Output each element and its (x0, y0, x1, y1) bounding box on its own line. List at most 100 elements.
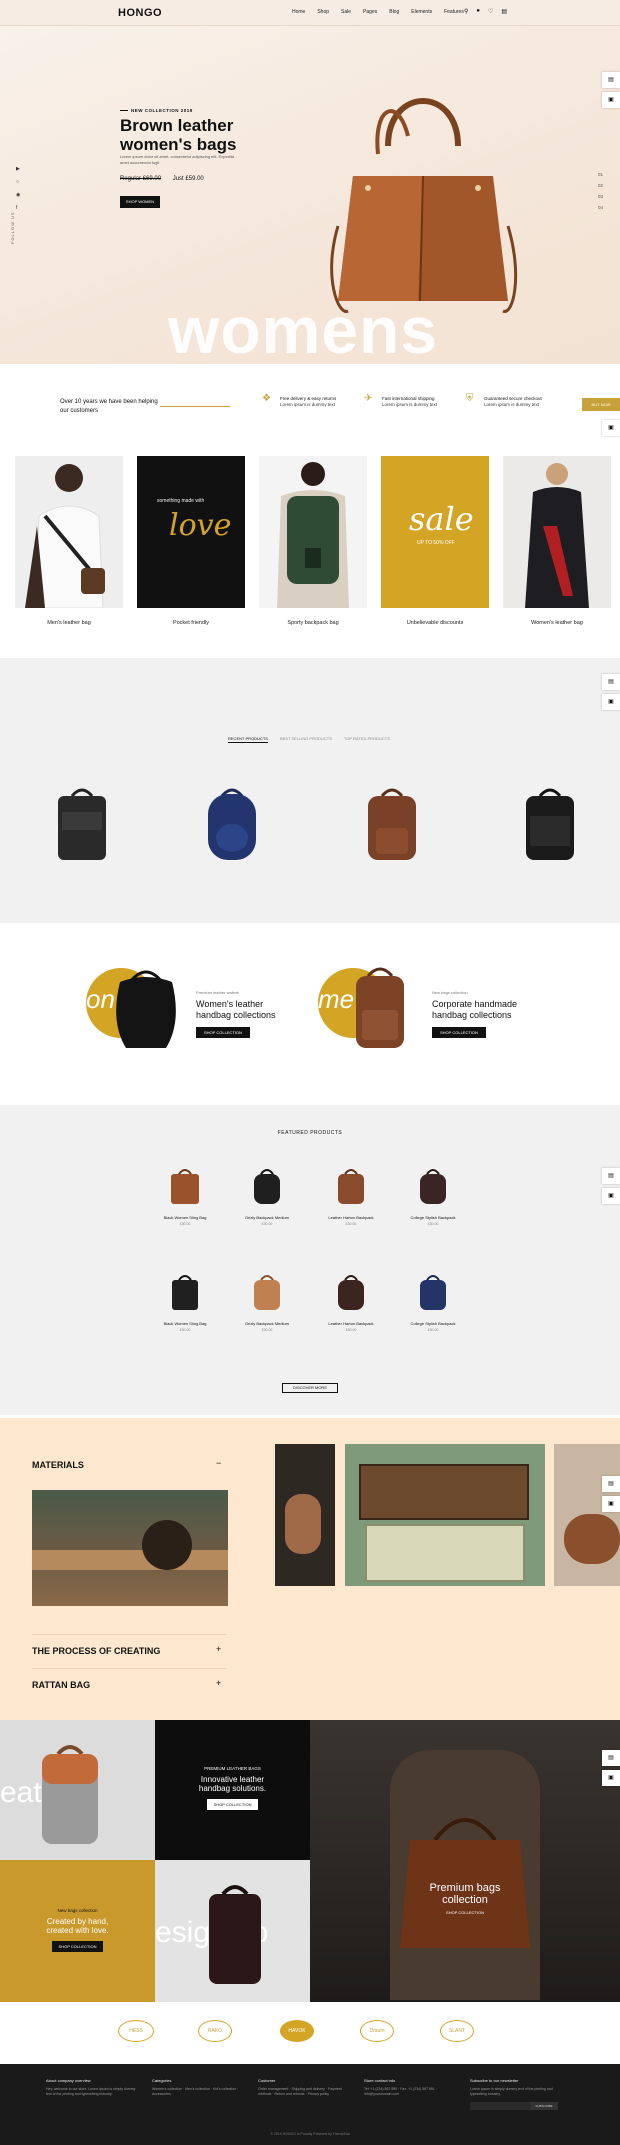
category-label[interactable]: Sporty backpack bag (259, 620, 367, 626)
feature-shipping: ✈ Fast international shipping Lorem ipsu… (364, 394, 437, 408)
banner-shop-link[interactable]: SHOP COLLECTION (410, 1910, 520, 1915)
banner-innovative: PREMIUM LEATHER BAGS Innovative leather … (155, 1720, 310, 1860)
tab-top-rated[interactable]: TOP RATED PRODUCTS (344, 736, 390, 743)
facebook-icon[interactable]: f (16, 205, 20, 211)
side-cart-button[interactable]: ▤ (602, 72, 620, 88)
promo-shop-button[interactable]: SHOP COLLECTION (432, 1027, 486, 1038)
featured-product[interactable]: Leather Harton Backpack £30.00 (311, 1166, 391, 1226)
gallery-image-3[interactable] (554, 1444, 620, 1586)
featured-product[interactable]: Black Women Sling Bag £30.00 (145, 1166, 225, 1226)
shop-women-button[interactable]: SHOP WOMEN (120, 196, 160, 208)
footer-col-text[interactable]: Order management · Shipping and delivery… (258, 2087, 348, 2098)
slide-4[interactable]: 04 (598, 205, 603, 210)
gallery-image-1[interactable] (275, 1444, 335, 1586)
product-name[interactable]: Leather Harton Backpack (311, 1321, 391, 1326)
twitter-icon[interactable]: ▶ (16, 166, 20, 172)
instagram-icon[interactable]: ○ (16, 179, 20, 185)
product-name[interactable]: Grizly Backpack Medium (227, 1321, 307, 1326)
banner-grey-backpack[interactable]: eat trer (0, 1720, 155, 1860)
nav-blog[interactable]: Blog (389, 9, 399, 15)
category-pocket-image[interactable]: something made with love (137, 456, 245, 608)
category-sporty-image[interactable] (259, 456, 367, 608)
accordion-rattan-title[interactable]: RATTAN BAG (32, 1680, 90, 1690)
side-demo-button-6[interactable]: ▣ (602, 1770, 620, 1786)
follow-us-label: FOLLOW US (10, 211, 15, 244)
featured-product[interactable]: Grizly Backpack Medium £30.00 (227, 1166, 307, 1226)
side-cart-button-4[interactable]: ▤ (602, 1476, 620, 1492)
featured-product[interactable]: Grizly Backpack Medium £30.00 (227, 1272, 307, 1332)
user-icon[interactable]: ● (476, 8, 480, 15)
accordion-collapse-icon[interactable]: − (216, 1458, 221, 1468)
nav-shop[interactable]: Shop (317, 9, 329, 15)
product-name[interactable]: Grizly Backpack Medium (227, 1215, 307, 1220)
tab-recent[interactable]: RECENT PRODUCTS (228, 736, 268, 743)
subscribe-button[interactable]: SUBSCRIBE (530, 2101, 558, 2110)
product-name[interactable]: College Stylish Backpack (393, 1321, 473, 1326)
social-links: ▶ ○ ◉ f (16, 166, 20, 211)
wishlist-icon[interactable]: ♡ (488, 8, 493, 15)
backpack-figure (277, 462, 349, 608)
buy-now-button[interactable]: BUY NOW (582, 398, 620, 411)
nav-elements[interactable]: Elements (411, 9, 432, 15)
category-label[interactable]: Women's leather bag (503, 620, 611, 626)
gallery-image-2[interactable] (345, 1444, 545, 1586)
side-demo-button[interactable]: ▣ (602, 92, 620, 108)
banner-shop-button[interactable]: SHOP COLLECTION (51, 1941, 104, 1952)
featured-product[interactable]: College Stylish Backpack £30.00 (393, 1166, 473, 1226)
category-label[interactable]: Men's leather bag (15, 620, 123, 626)
pinterest-icon[interactable]: ◉ (16, 192, 20, 198)
brand-logo[interactable]: HAVOK (280, 2020, 314, 2042)
nav-pages[interactable]: Pages (363, 9, 377, 15)
category-label[interactable]: Unbelievable discounts (381, 620, 489, 626)
tab-best-selling[interactable]: BEST SELLING PRODUCTS (280, 736, 332, 743)
product-brown-backpack[interactable] (362, 782, 422, 864)
side-cart-button-2[interactable]: ▤ (602, 674, 620, 690)
slide-3[interactable]: 03 (598, 194, 603, 199)
discover-more-button[interactable]: DISCOVER MORE (282, 1383, 338, 1393)
product-name[interactable]: Black Women Sling Bag (145, 1321, 225, 1326)
cart-icon[interactable]: ▤ (501, 8, 507, 15)
side-cart-button-3[interactable]: ▤ (602, 1168, 620, 1184)
newsletter-email-input[interactable] (470, 2101, 530, 2110)
regular-label: Regular (120, 176, 142, 182)
footer-col-text: Lorem ipsum is simply dummy text of the … (470, 2086, 553, 2097)
banner-dark-backpack[interactable]: esig rleo (155, 1860, 310, 2002)
accordion-expand-icon[interactable]: + (216, 1678, 221, 1688)
side-demo-button-4[interactable]: ▣ (602, 1188, 620, 1204)
side-cart-button-5[interactable]: ▤ (602, 1750, 620, 1766)
brand-logo[interactable]: RAKO (198, 2020, 232, 2042)
category-womens-image[interactable] (503, 456, 611, 608)
nav-sale[interactable]: Sale (341, 9, 351, 15)
brand-logo[interactable]: SLANT (440, 2020, 474, 2042)
site-logo[interactable]: HONGO (118, 7, 162, 19)
accordion-process-title[interactable]: THE PROCESS OF CREATING (32, 1646, 160, 1656)
accordion-materials-title[interactable]: MATERIALS (32, 1460, 84, 1470)
product-black-backpack[interactable] (52, 782, 112, 864)
side-demo-button-2[interactable]: ▣ (602, 420, 620, 436)
brand-logo[interactable]: HESS (118, 2020, 154, 2042)
nav-features[interactable]: Features (444, 9, 464, 15)
product-dark-backpack[interactable] (520, 782, 580, 864)
slide-2[interactable]: 02 (598, 183, 603, 188)
footer-col-customer: Customer Order management · Shipping and… (258, 2078, 348, 2098)
side-demo-button-5[interactable]: ▣ (602, 1496, 620, 1512)
category-discount-image[interactable]: sale UP TO 50% OFF (381, 456, 489, 608)
product-name[interactable]: Leather Harton Backpack (311, 1215, 391, 1220)
accordion-expand-icon[interactable]: + (216, 1644, 221, 1654)
search-icon[interactable]: ⚲ (464, 8, 468, 15)
nav-home[interactable]: Home (292, 9, 305, 15)
slide-1[interactable]: 01 (598, 172, 603, 177)
footer-col-text[interactable]: Women's collection · Men's collection · … (152, 2087, 242, 2098)
product-name[interactable]: Black Women Sling Bag (145, 1215, 225, 1220)
category-mens-image[interactable] (15, 456, 123, 608)
featured-product[interactable]: Leather Harton Backpack £30.00 (311, 1272, 391, 1332)
featured-product[interactable]: Black Women Sling Bag £30.00 (145, 1272, 225, 1332)
category-label[interactable]: Pocket friendly (137, 620, 245, 626)
featured-product[interactable]: College Stylish Backpack £30.00 (393, 1272, 473, 1332)
side-demo-button-3[interactable]: ▣ (602, 694, 620, 710)
product-name[interactable]: College Stylish Backpack (393, 1215, 473, 1220)
banner-shop-button[interactable]: SHOP COLLECTION (206, 1799, 259, 1810)
promo-shop-button[interactable]: SHOP COLLECTION (196, 1027, 250, 1038)
product-blue-backpack[interactable] (202, 782, 262, 864)
brand-logo[interactable]: Draum (360, 2020, 394, 2042)
